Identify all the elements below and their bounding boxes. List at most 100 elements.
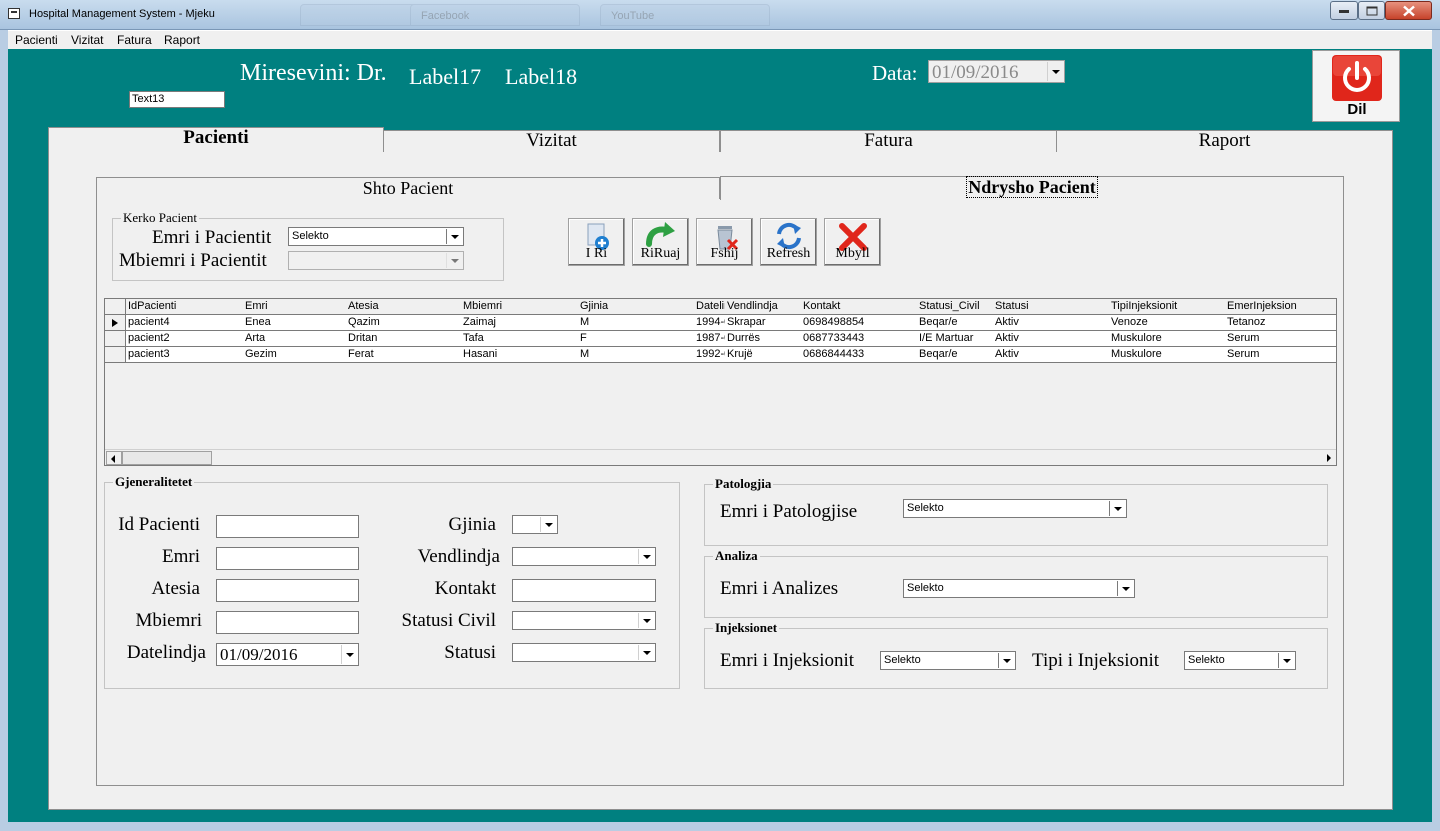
grid-column-header[interactable]: Gjinia — [578, 299, 695, 315]
table-cell[interactable]: Dritan — [346, 331, 462, 347]
table-cell[interactable]: Venoze — [1109, 315, 1226, 331]
table-cell[interactable]: Muskulore — [1109, 331, 1226, 347]
grid-column-header[interactable]: Atesia — [346, 299, 462, 315]
table-row[interactable]: pacient4EneaQazimZaimajM1994-06-10Skrapa… — [105, 315, 1336, 331]
injection-name-combo[interactable]: Selekto — [880, 651, 1016, 670]
table-cell[interactable]: 1994-06-10 — [694, 315, 726, 331]
horizontal-scrollbar[interactable] — [105, 449, 1336, 465]
table-cell[interactable]: 0686844433 — [801, 347, 918, 363]
table-cell[interactable]: Beqar/e — [917, 347, 994, 363]
tab-vizitat[interactable]: Vizitat — [383, 130, 720, 152]
table-cell[interactable]: Tetanoz — [1225, 315, 1336, 331]
chevron-down-icon[interactable] — [1117, 581, 1133, 596]
table-cell[interactable]: Aktiv — [993, 331, 1110, 347]
table-cell[interactable]: Durrës — [725, 331, 802, 347]
table-cell[interactable]: pacient2 — [126, 331, 244, 347]
menu-pacienti[interactable]: Pacienti — [15, 33, 58, 47]
grid-column-header[interactable]: Datelindja — [694, 299, 726, 315]
table-cell[interactable]: 0698498854 — [801, 315, 918, 331]
app-icon[interactable] — [8, 8, 20, 19]
scroll-left-icon[interactable] — [106, 451, 122, 465]
grid-column-header[interactable]: TipiInjeksionit — [1109, 299, 1226, 315]
table-cell[interactable]: Serum — [1225, 347, 1336, 363]
table-cell[interactable]: 0687733443 — [801, 331, 918, 347]
grid-column-header[interactable]: Vendlindja — [725, 299, 802, 315]
minimize-button[interactable] — [1330, 1, 1358, 20]
row-selector[interactable] — [105, 347, 126, 363]
gender-combo[interactable] — [512, 515, 558, 534]
chevron-down-icon[interactable] — [638, 549, 654, 564]
grid-column-header[interactable]: IdPacienti — [126, 299, 244, 315]
grid-column-header[interactable]: Kontakt — [801, 299, 918, 315]
table-cell[interactable]: Muskulore — [1109, 347, 1226, 363]
chevron-down-icon[interactable] — [638, 645, 654, 660]
close-button[interactable]: Mbyll — [824, 218, 881, 266]
tab-shto-pacient[interactable]: Shto Pacient — [96, 177, 720, 199]
save-button[interactable]: RiRuaj — [632, 218, 689, 266]
surname-field[interactable] — [216, 611, 359, 634]
table-cell[interactable]: Enea — [243, 315, 347, 331]
chevron-down-icon[interactable] — [540, 517, 556, 532]
chevron-down-icon[interactable] — [446, 229, 462, 244]
tab-pacienti[interactable]: Pacienti — [48, 127, 384, 152]
table-row[interactable]: pacient3GezimFeratHasaniM1992-03-10Krujë… — [105, 347, 1336, 363]
chevron-down-icon[interactable] — [998, 653, 1014, 668]
tab-fatura[interactable]: Fatura — [720, 130, 1057, 152]
chevron-down-icon[interactable] — [1278, 653, 1294, 668]
table-cell[interactable]: pacient3 — [126, 347, 244, 363]
table-cell[interactable]: Beqar/e — [917, 315, 994, 331]
tab-raport[interactable]: Raport — [1056, 130, 1393, 152]
search-name-combo[interactable]: Selekto — [288, 227, 464, 246]
menu-raport[interactable]: Raport — [164, 33, 200, 47]
contact-field[interactable] — [512, 579, 656, 602]
chevron-down-icon[interactable] — [1109, 501, 1125, 516]
search-surname-combo[interactable] — [288, 251, 464, 270]
chevron-down-icon[interactable] — [446, 253, 462, 268]
grid-column-header[interactable]: Emri — [243, 299, 347, 315]
table-cell[interactable]: 1987-03-27 — [694, 331, 726, 347]
scroll-thumb[interactable] — [122, 451, 212, 465]
close-window-button[interactable] — [1385, 1, 1432, 20]
name-field[interactable] — [216, 547, 359, 570]
table-cell[interactable]: Zaimaj — [461, 315, 579, 331]
row-selector[interactable] — [105, 315, 126, 331]
table-cell[interactable]: Skrapar — [725, 315, 802, 331]
new-button[interactable]: I Ri — [568, 218, 625, 266]
birthplace-combo[interactable] — [512, 547, 656, 566]
table-cell[interactable]: Gezim — [243, 347, 347, 363]
table-cell[interactable]: M — [578, 347, 695, 363]
chevron-down-icon[interactable] — [341, 645, 357, 664]
grid-column-header[interactable]: EmerInjeksion — [1225, 299, 1336, 315]
table-cell[interactable]: Hasani — [461, 347, 579, 363]
table-cell[interactable]: Arta — [243, 331, 347, 347]
status-combo[interactable] — [512, 643, 656, 662]
id-field[interactable] — [216, 515, 359, 538]
table-row[interactable]: pacient2ArtaDritanTafaF1987-03-27Durrës0… — [105, 331, 1336, 347]
table-cell[interactable]: 1992-03-10 — [694, 347, 726, 363]
maximize-button[interactable] — [1358, 1, 1385, 20]
table-cell[interactable]: Ferat — [346, 347, 462, 363]
table-cell[interactable]: Serum — [1225, 331, 1336, 347]
menu-fatura[interactable]: Fatura — [117, 33, 152, 47]
birthdate-picker[interactable]: 01/09/2016 — [216, 643, 359, 666]
delete-button[interactable]: Fshij — [696, 218, 753, 266]
table-cell[interactable]: pacient4 — [126, 315, 244, 331]
exit-button[interactable]: Dil — [1312, 50, 1400, 122]
row-selector[interactable] — [105, 331, 126, 347]
table-cell[interactable]: I/E Martuar — [917, 331, 994, 347]
grid-column-header[interactable]: Statusi — [993, 299, 1110, 315]
father-field[interactable] — [216, 579, 359, 602]
table-cell[interactable]: M — [578, 315, 695, 331]
table-cell[interactable]: Aktiv — [993, 347, 1110, 363]
grid-column-header[interactable]: Mbiemri — [461, 299, 579, 315]
analysis-combo[interactable]: Selekto — [903, 579, 1135, 598]
tab-ndrysho-pacient[interactable]: Ndrysho Pacient — [720, 176, 1344, 200]
table-cell[interactable]: Tafa — [461, 331, 579, 347]
refresh-button[interactable]: Refresh — [760, 218, 817, 266]
table-cell[interactable]: Qazim — [346, 315, 462, 331]
chevron-down-icon[interactable] — [1047, 62, 1063, 81]
date-picker[interactable]: 01/09/2016 — [928, 60, 1065, 83]
chevron-down-icon[interactable] — [638, 613, 654, 628]
injection-type-combo[interactable]: Selekto — [1184, 651, 1296, 670]
patients-grid[interactable]: IdPacientiEmriAtesiaMbiemriGjiniaDatelin… — [104, 298, 1337, 466]
